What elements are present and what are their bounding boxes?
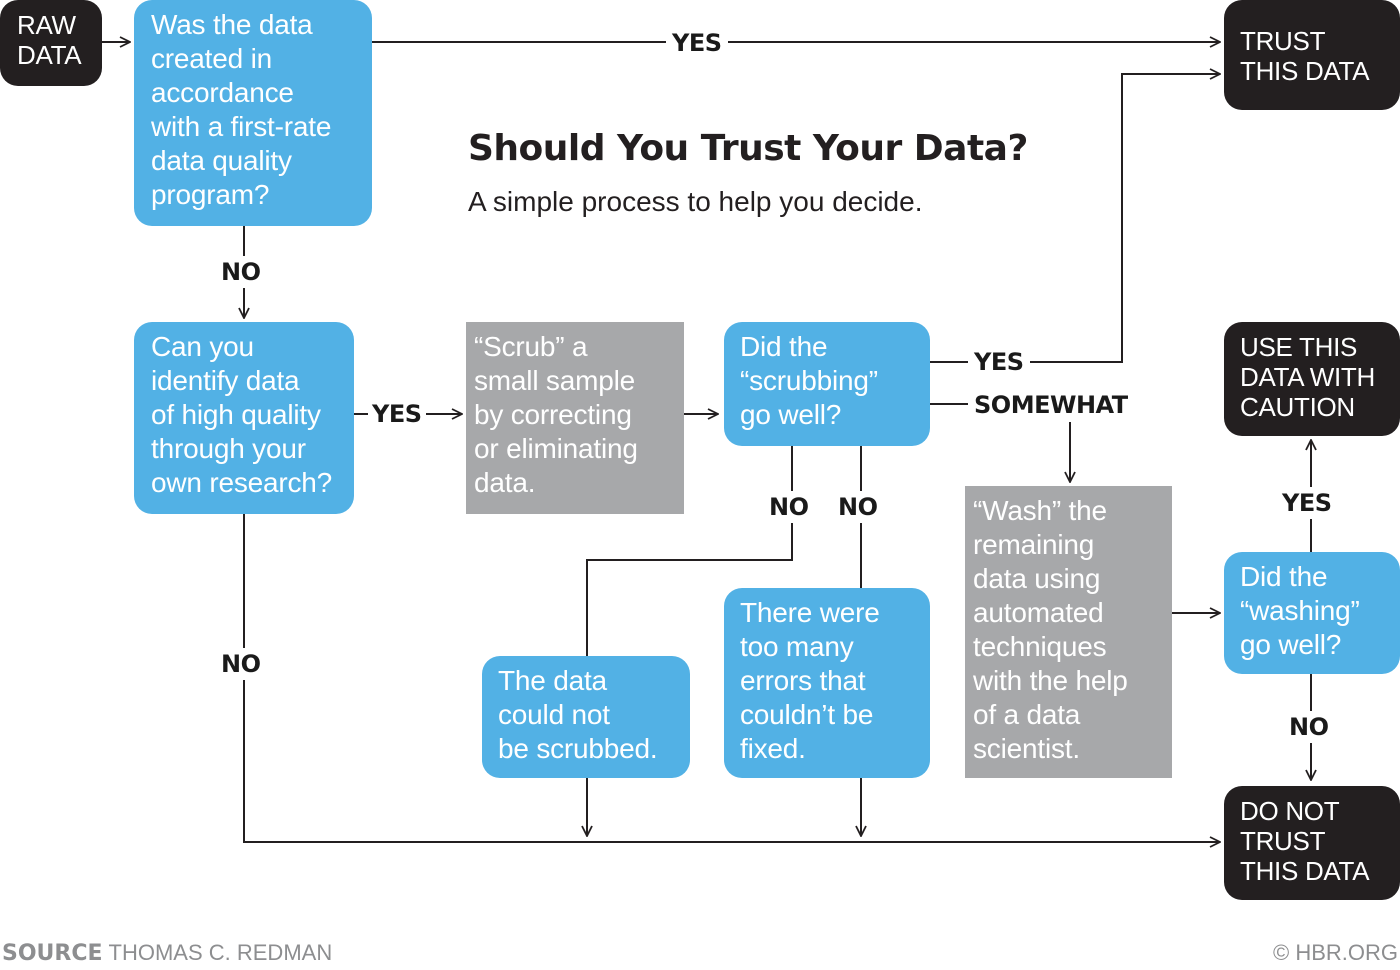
label-scrub-yes: YES bbox=[968, 348, 1030, 376]
caution-terminal-text: USE THIS DATA WITH CAUTION bbox=[1240, 332, 1375, 422]
copyright-notice: © HBR.ORG bbox=[1273, 940, 1398, 965]
label-scrub-somewhat: SOMEWHAT bbox=[968, 391, 1134, 419]
diagram-title: Should You Trust Your Data? bbox=[468, 128, 1028, 169]
source-value: THOMAS C. REDMAN bbox=[108, 940, 333, 965]
question-wash-well-node: Did the “washing” go well? bbox=[1224, 552, 1400, 674]
label-wash-yes: YES bbox=[1282, 487, 1332, 519]
raw-data-label: RAW DATA bbox=[17, 10, 82, 70]
raw-data-node: RAW DATA bbox=[0, 0, 102, 86]
question-scrub-well-node: Did the “scrubbing” go well? bbox=[724, 322, 930, 446]
scrub-process-node: “Scrub” a small sample by correcting or … bbox=[466, 322, 684, 514]
do-not-trust-terminal-node: DO NOT TRUST THIS DATA bbox=[1224, 786, 1400, 900]
question-scrub-well-text: Did the “scrubbing” go well? bbox=[740, 331, 878, 430]
do-not-trust-terminal-text: DO NOT TRUST THIS DATA bbox=[1240, 796, 1370, 886]
label-identify-yes: YES bbox=[368, 400, 426, 428]
question-created-node: Was the data created in accordance with … bbox=[134, 0, 372, 226]
label-wash-no: NO bbox=[1289, 711, 1329, 743]
diagram-subtitle: A simple process to help you decide. bbox=[468, 186, 923, 217]
trust-terminal-text: TRUST THIS DATA bbox=[1240, 26, 1370, 86]
scrub-process-text: “Scrub” a small sample by correcting or … bbox=[474, 331, 638, 498]
question-wash-well-text: Did the “washing” go well? bbox=[1240, 561, 1360, 660]
label-created-no: NO bbox=[221, 256, 261, 288]
wash-process-node: “Wash” the remaining data using automate… bbox=[965, 486, 1172, 778]
not-scrubbed-node: The data could not be scrubbed. bbox=[482, 656, 690, 778]
question-identify-node: Can you identify data of high quality th… bbox=[134, 322, 354, 514]
wash-process-text: “Wash” the remaining data using automate… bbox=[973, 495, 1128, 764]
edge-scrub-yes bbox=[930, 74, 1220, 363]
label-created-yes: YES bbox=[666, 29, 728, 57]
too-many-errors-node: There were too many errors that couldn’t… bbox=[724, 588, 930, 778]
trust-terminal-node: TRUST THIS DATA bbox=[1224, 0, 1400, 110]
source-credit: SOURCE THOMAS C. REDMAN bbox=[2, 940, 332, 966]
question-created-text: Was the data created in accordance with … bbox=[151, 9, 332, 210]
label-identify-no: NO bbox=[221, 648, 261, 680]
label-scrub-no-2: NO bbox=[838, 491, 878, 523]
question-identify-text: Can you identify data of high quality th… bbox=[151, 331, 333, 498]
not-scrubbed-text: The data could not be scrubbed. bbox=[498, 665, 658, 764]
label-scrub-no-1: NO bbox=[769, 491, 809, 523]
too-many-errors-text: There were too many errors that couldn’t… bbox=[740, 597, 880, 764]
caution-terminal-node: USE THIS DATA WITH CAUTION bbox=[1224, 322, 1400, 436]
source-label: SOURCE bbox=[2, 941, 103, 966]
